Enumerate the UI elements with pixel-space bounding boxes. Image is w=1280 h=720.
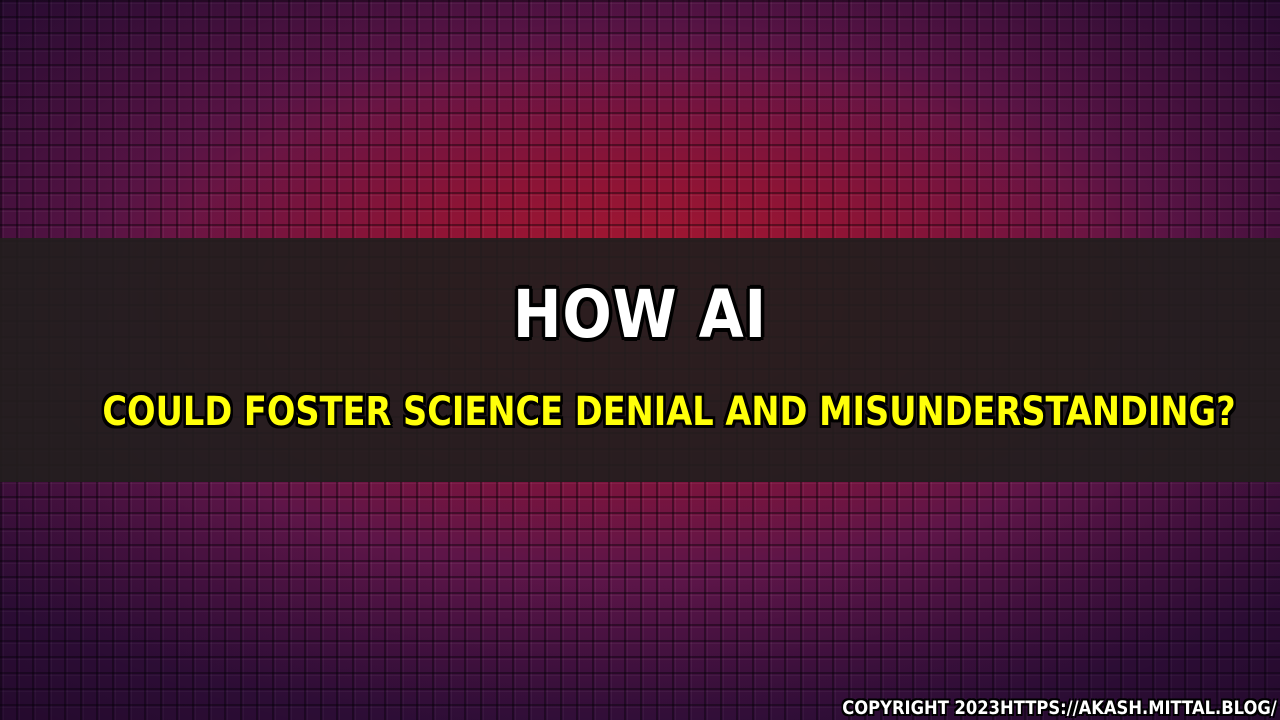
slide-title: HOW AI <box>512 276 768 353</box>
copyright-notice: COPYRIGHT 2023HTTPS://AKASH.MITTAL.BLOG/ <box>842 697 1277 719</box>
thumbnail-canvas: HOW AI COULD FOSTER SCIENCE DENIAL AND M… <box>0 0 1280 720</box>
slide-subtitle: COULD FOSTER SCIENCE DENIAL AND MISUNDER… <box>102 389 1236 435</box>
